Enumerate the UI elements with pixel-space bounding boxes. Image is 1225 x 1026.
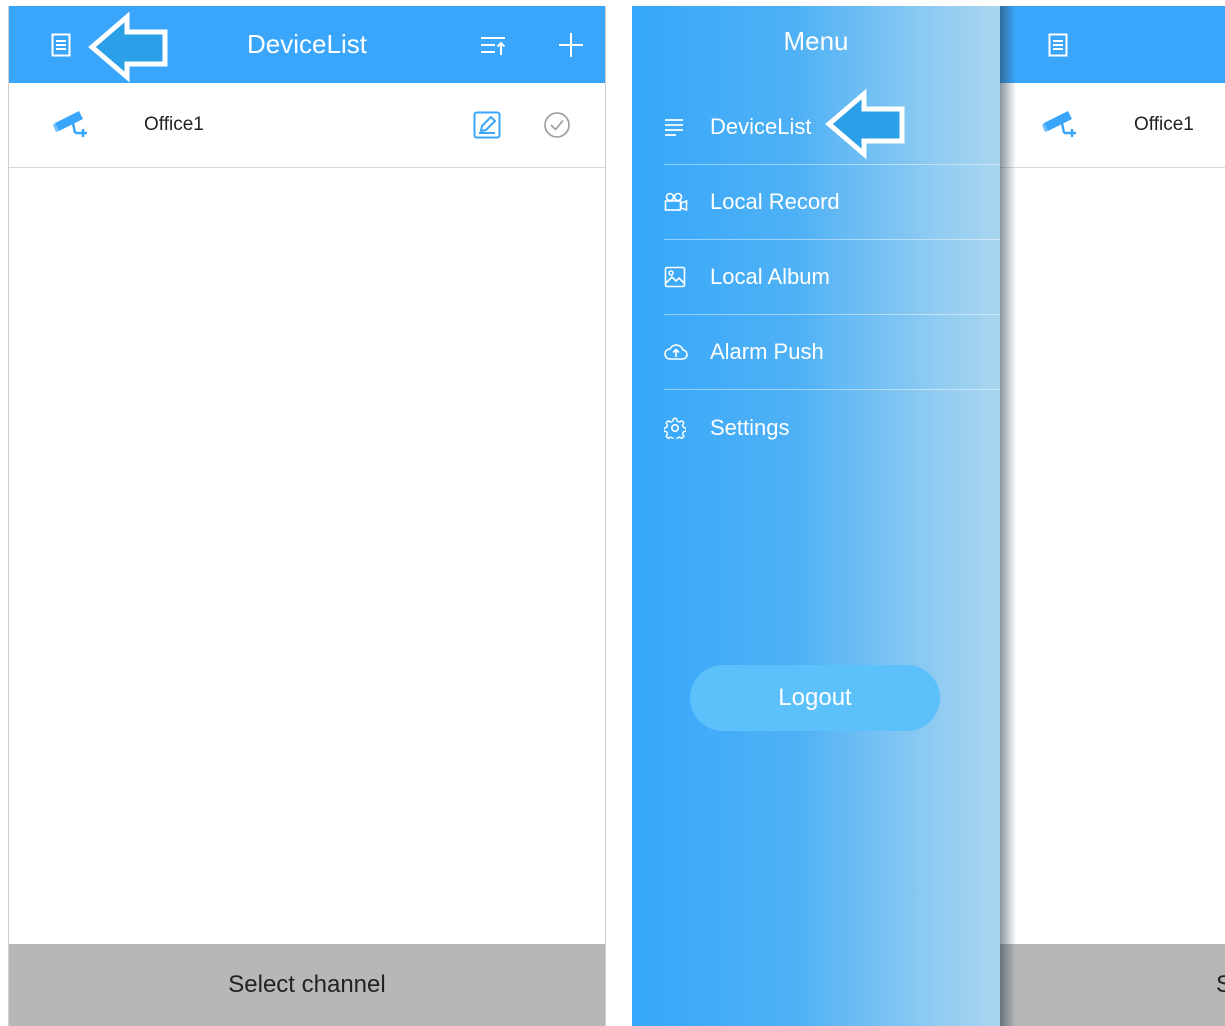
menu-item-local-album[interactable]: Local Album <box>664 240 1000 315</box>
camera-icon <box>1042 109 1078 146</box>
device-name: Office1 <box>1134 114 1194 135</box>
check-circle-icon[interactable] <box>543 111 571 144</box>
logout-button[interactable]: Logout <box>690 665 940 731</box>
menu-title: Menu <box>783 26 849 56</box>
device-list-screen: DeviceList Office1 Select channel <box>8 6 606 1026</box>
menu-item-label: Alarm Push <box>710 339 824 364</box>
device-name: Office1 <box>144 114 204 135</box>
camera-icon <box>53 109 89 146</box>
pointer-arrow-icon <box>88 12 168 82</box>
menu-drawer: Menu DeviceList Local Record Local Album… <box>632 6 1016 1026</box>
pointer-arrow-icon <box>825 89 905 159</box>
device-row[interactable]: Office1 <box>9 83 605 168</box>
menu-item-label: Local Record <box>710 189 840 214</box>
device-list-behind-drawer: Office1 S <box>1000 6 1225 1026</box>
image-icon <box>664 262 694 292</box>
list-lines-icon <box>664 112 694 142</box>
select-channel-button[interactable]: S <box>1000 944 1225 1026</box>
menu-item-alarm-push[interactable]: Alarm Push <box>664 315 1000 390</box>
menu-drawer-screen: Office1 S Menu DeviceList Local Record L… <box>632 6 1225 1026</box>
video-camera-icon <box>664 187 694 217</box>
select-channel-button[interactable]: Select channel <box>9 944 605 1026</box>
plus-icon[interactable] <box>553 6 589 83</box>
device-row[interactable]: Office1 <box>1000 83 1225 168</box>
edit-pencil-icon[interactable] <box>473 111 501 144</box>
menu-item-label: DeviceList <box>710 114 812 139</box>
gear-icon <box>664 413 694 443</box>
menu-document-icon[interactable] <box>1040 6 1076 83</box>
top-bar <box>1000 6 1225 83</box>
menu-item-settings[interactable]: Settings <box>664 390 1000 465</box>
menu-item-local-record[interactable]: Local Record <box>664 165 1000 240</box>
menu-item-label: Local Album <box>710 264 830 289</box>
cloud-upload-icon <box>664 337 694 367</box>
sort-list-icon[interactable] <box>475 6 511 83</box>
menu-item-label: Settings <box>710 414 790 440</box>
